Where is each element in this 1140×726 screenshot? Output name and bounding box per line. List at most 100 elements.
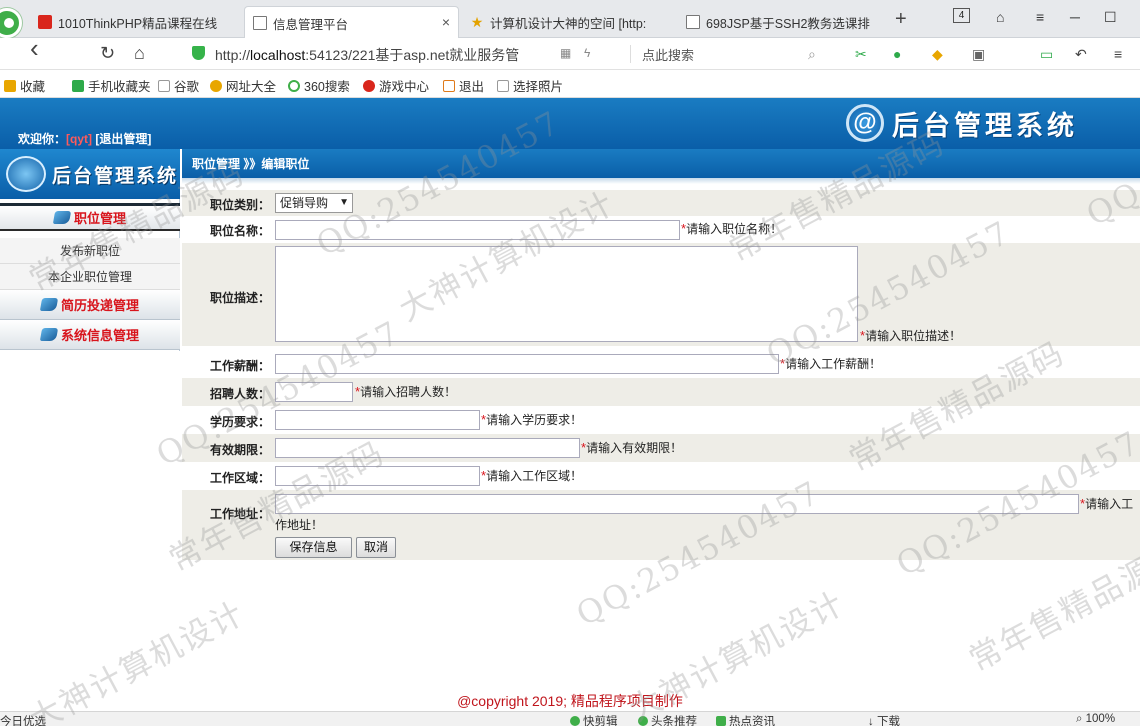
headcount-hint: *请输入招聘人数！ <box>355 383 456 400</box>
new-tab-icon[interactable]: + <box>895 8 907 31</box>
shield-icon[interactable]: ◆ <box>932 46 943 63</box>
sidebar-logo-text: 后台管理系统 <box>52 165 179 187</box>
salary-input[interactable] <box>275 354 779 374</box>
browser-tab-3[interactable]: ★ 计算机设计大神的空间 [http: <box>462 6 674 38</box>
phone-icon <box>72 79 84 92</box>
bookmark-item[interactable]: 手机收藏夹 <box>72 76 151 95</box>
bookmark-item[interactable]: 网址大全 <box>210 76 276 95</box>
battery-icon[interactable]: ▭ <box>1040 46 1053 63</box>
status-item[interactable]: 头条推荐 <box>638 713 697 726</box>
category-value: 促销导购 <box>280 196 329 210</box>
description-textarea[interactable] <box>275 246 858 342</box>
sidebar-item-company-jobs[interactable]: 本企业职位管理 <box>0 264 180 290</box>
game-icon <box>363 79 375 92</box>
zoom-icon: ⌕ <box>1076 713 1086 725</box>
category-select[interactable]: 促销导购 ▼ <box>275 193 353 213</box>
undo-icon[interactable]: ↶ <box>1075 46 1087 63</box>
education-input[interactable] <box>275 410 480 430</box>
menu-label: 系统信息管理 <box>60 328 139 343</box>
zoom-control[interactable]: ⌕ 100% <box>1076 713 1115 726</box>
validity-hint: *请输入有效期限！ <box>581 439 682 456</box>
bookmark-item[interactable]: 360搜索 <box>288 76 350 95</box>
browser-logo-icon <box>0 8 22 38</box>
bookmark-item[interactable]: 退出 <box>443 76 484 95</box>
scissors-icon[interactable]: ✂ <box>855 46 867 63</box>
translate-icon[interactable]: ● <box>893 46 901 62</box>
bookmark-label: 收藏 <box>20 80 46 94</box>
validity-input[interactable] <box>275 438 580 458</box>
address-divider <box>630 45 631 63</box>
bookmark-item[interactable]: 收藏 <box>4 76 45 95</box>
status-label: 头条推荐 <box>651 716 697 726</box>
search-icon[interactable]: ⌕ <box>808 46 816 63</box>
tab-count-badge[interactable]: 4 <box>953 8 970 23</box>
app-header: 欢迎你：[qyt] [退出管理] @ 后台管理系统 <box>0 98 1140 149</box>
chevron-down-icon: ▼ <box>339 197 349 208</box>
url-path: :54123/221基于asp.net就业服务管 <box>305 47 520 63</box>
browser-tab-4[interactable]: 698JSP基于SSH2教务选课排 <box>678 6 890 38</box>
tab-title: 698JSP基于SSH2教务选课排 <box>706 16 870 31</box>
bookmark-item[interactable]: 谷歌 <box>158 76 199 95</box>
home-icon[interactable]: ⌂ <box>134 43 145 63</box>
address-input[interactable] <box>275 494 1079 514</box>
sidebar-item-publish-job[interactable]: 发布新职位 <box>0 238 180 264</box>
status-label: 下载 <box>876 716 900 726</box>
folder-icon <box>39 328 59 341</box>
status-label: 热点资讯 <box>729 716 775 726</box>
maximize-icon[interactable]: ☐ <box>1104 9 1117 26</box>
bookmark-label: 360搜索 <box>304 80 350 94</box>
browser-tab-active[interactable]: 信息管理平台 × <box>244 6 459 39</box>
grid-icon[interactable]: ▦ <box>560 46 571 60</box>
address-hint: *请输入工 <box>1080 495 1133 512</box>
bookmark-label: 手机收藏夹 <box>88 80 151 94</box>
image-icon[interactable]: ▣ <box>972 46 985 63</box>
logout-link[interactable]: [退出管理] <box>95 132 151 146</box>
bookmark-label: 网址大全 <box>226 80 277 94</box>
hot-news-icon <box>716 716 726 726</box>
username-link[interactable]: [qyt] <box>66 132 92 146</box>
bookmark-item[interactable]: 选择照片 <box>497 76 563 95</box>
menu-system-info[interactable]: 系统信息管理 <box>0 320 180 350</box>
document-icon <box>686 15 700 29</box>
minimize-icon[interactable]: ─ <box>1070 9 1080 25</box>
status-item[interactable]: ↓ 下载 <box>868 713 900 726</box>
menu-job-management[interactable]: 职位管理 <box>0 203 180 231</box>
address-bar: ‹ ↻ ⌂ http://localhost:54123/221基于asp.ne… <box>0 35 1140 70</box>
bookmark-label: 游戏中心 <box>379 80 430 94</box>
lightning-icon[interactable]: ϟ <box>584 46 590 60</box>
search-input[interactable]: 点此搜索 <box>642 45 694 64</box>
cancel-button[interactable]: 取消 <box>356 537 396 558</box>
menu-icon[interactable]: ≡ <box>1036 9 1044 25</box>
status-left-text[interactable]: 今日优选 <box>0 713 46 726</box>
row-description: 职位描述： *请输入职位描述！ <box>182 243 1140 346</box>
back-icon[interactable]: ‹ <box>30 35 39 61</box>
welcome-text: 欢迎你：[qyt] [退出管理] <box>18 130 151 147</box>
browser-tab-1[interactable]: 1010ThinkPHP精品课程在线 <box>30 6 242 38</box>
sidebar-logo: 后台管理系统 <box>0 149 180 199</box>
save-button[interactable]: 保存信息 <box>275 537 352 558</box>
area-input[interactable] <box>275 466 480 486</box>
system-title: 后台管理系统 <box>892 110 1078 141</box>
browser-tab-bar: 1010ThinkPHP精品课程在线 信息管理平台 × ★ 计算机设计大神的空间… <box>0 0 1140 39</box>
status-item[interactable]: 快剪辑 <box>570 713 618 726</box>
tab-close-icon[interactable]: × <box>442 14 450 30</box>
menu-resume-management[interactable]: 简历投递管理 <box>0 290 180 320</box>
job-name-input[interactable] <box>275 220 680 240</box>
status-item[interactable]: 热点资讯 <box>716 713 775 726</box>
star-icon: ★ <box>470 14 484 30</box>
hint-text: 请输入工 <box>1085 497 1134 511</box>
row-education: 学历要求： *请输入学历要求！ <box>182 406 1140 434</box>
description-hint: *请输入职位描述！ <box>860 327 961 344</box>
hint-text: 请输入学历要求！ <box>486 413 583 427</box>
row-validity: 有效期限： *请输入有效期限！ <box>182 434 1140 462</box>
shirt-icon[interactable]: ⌂ <box>996 9 1004 25</box>
document-icon <box>253 16 267 30</box>
bookmark-item[interactable]: 游戏中心 <box>363 76 429 95</box>
bookmarks-bar: 收藏 手机收藏夹 谷歌 网址大全 360搜索 游戏中心 退出 选择照片 <box>0 71 1140 98</box>
browser-menu-icon[interactable]: ≡ <box>1114 46 1122 62</box>
area-hint: *请输入工作区域！ <box>481 467 582 484</box>
headcount-input[interactable] <box>275 382 353 402</box>
url-input[interactable]: http://localhost:54123/221基于asp.net就业服务管 <box>215 45 545 65</box>
reload-icon[interactable]: ↻ <box>100 43 115 63</box>
search-engine-icon <box>288 79 300 92</box>
